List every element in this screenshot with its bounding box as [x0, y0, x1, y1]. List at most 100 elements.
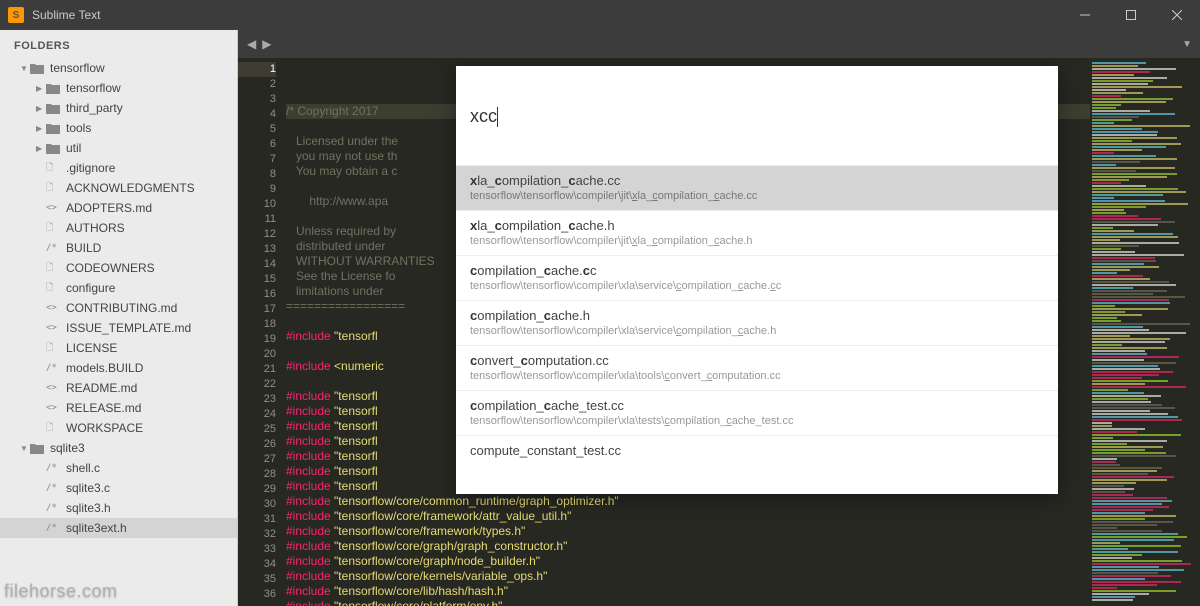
folder-label: util [66, 141, 81, 155]
app-title: Sublime Text [32, 8, 100, 22]
file-item[interactable]: <> README.md [0, 378, 237, 398]
sidebar[interactable]: FOLDERS ▼tensorflow▶tensorflow▶third_par… [0, 30, 238, 606]
file-label: BUILD [66, 241, 101, 255]
file-item[interactable]: <> ISSUE_TEMPLATE.md [0, 318, 237, 338]
file-item[interactable]: 🗋ACKNOWLEDGMENTS [0, 178, 237, 198]
file-label: sqlite3.c [66, 481, 110, 495]
goto-result-item[interactable]: compilation_cache.cc tensorflow\tensorflo… [456, 255, 1058, 300]
file-icon: 🗋 [46, 160, 62, 176]
folder-icon [46, 123, 62, 134]
goto-result-item[interactable]: xla_compilation_cache.cc tensorflow\tenso… [456, 165, 1058, 210]
line-gutter[interactable]: 1234567891011121314151617181920212223242… [238, 58, 286, 606]
file-item[interactable]: <>CONTRIBUTING.md [0, 298, 237, 318]
file-icon: /* [46, 363, 62, 373]
goto-result-path: tensorflow\tensorflow\compiler\xla\tools… [470, 370, 1044, 382]
file-label: sqlite3ext.h [66, 521, 127, 535]
code-line[interactable]: #include "tensorflow/core/graph/graph_co… [286, 539, 1090, 554]
file-item[interactable]: <> ADOPTERS.md [0, 198, 237, 218]
minimize-button[interactable] [1062, 0, 1108, 30]
file-item[interactable]: 🗋LICENSE [0, 338, 237, 358]
file-icon: <> [46, 323, 62, 333]
file-label: RELEASE.md [66, 401, 141, 415]
goto-result-path: tensorflow\tensorflow\compiler\jit\xla_c… [470, 190, 1044, 202]
file-label: sqlite3.h [66, 501, 111, 515]
close-button[interactable] [1154, 0, 1200, 30]
code-line[interactable]: #include "tensorflow/core/common_runtime… [286, 494, 1090, 509]
goto-input[interactable]: xcc [456, 94, 1058, 137]
goto-result-title: compute_constant_test.cc [470, 443, 1044, 458]
folder-item[interactable]: ▶third_party [0, 98, 237, 118]
maximize-button[interactable] [1108, 0, 1154, 30]
file-item[interactable]: 🗋 CODEOWNERS [0, 258, 237, 278]
file-item[interactable]: /*sqlite3.h [0, 498, 237, 518]
file-label: README.md [66, 381, 137, 395]
folder-label: third_party [66, 101, 123, 115]
file-item[interactable]: 🗋 WORKSPACE [0, 418, 237, 438]
goto-result-item[interactable]: xla_compilation_cache.h tensorflow\tensor… [456, 210, 1058, 255]
file-item[interactable]: /*shell.c [0, 458, 237, 478]
folder-item[interactable]: ▼sqlite3 [0, 438, 237, 458]
folder-icon [30, 443, 46, 454]
file-label: configure [66, 281, 115, 295]
file-icon: /* [46, 523, 62, 533]
folder-label: tensorflow [66, 81, 121, 95]
file-label: WORKSPACE [66, 421, 143, 435]
file-label: ISSUE_TEMPLATE.md [66, 321, 191, 335]
folder-icon [46, 143, 62, 154]
file-label: CODEOWNERS [66, 261, 155, 275]
tab-bar[interactable]: ◀ ▶ ▼ [238, 30, 1200, 58]
file-icon: <> [46, 403, 62, 413]
code-line[interactable]: #include "tensorflow/core/lib/hash/hash.… [286, 584, 1090, 599]
file-icon: <> [46, 303, 62, 313]
goto-result-item[interactable]: compilation_cache_test.cc tensorflow\tens… [456, 390, 1058, 435]
file-item[interactable]: 🗋configure [0, 278, 237, 298]
goto-result-title: convert_computation.cc [470, 353, 1044, 368]
goto-result-path: tensorflow\tensorflow\compiler\xla\tests… [470, 415, 1044, 427]
file-label: ACKNOWLEDGMENTS [66, 181, 195, 195]
folder-item[interactable]: ▶tools [0, 118, 237, 138]
code-line[interactable]: #include "tensorflow/core/platform/env.h… [286, 599, 1090, 606]
file-icon: <> [46, 203, 62, 213]
file-icon: 🗋 [46, 260, 62, 276]
code-area[interactable]: xcc xla_compilation_cache.cc tensorflow\t… [286, 58, 1090, 606]
file-label: ADOPTERS.md [66, 201, 152, 215]
file-icon: 🗋 [46, 420, 62, 436]
file-icon: /* [46, 243, 62, 253]
goto-result-item[interactable]: compute_constant_test.cc [456, 435, 1058, 466]
file-label: .gitignore [66, 161, 115, 175]
tab-menu-icon[interactable]: ▼ [1182, 39, 1200, 50]
file-label: LICENSE [66, 341, 117, 355]
goto-result-title: compilation_cache_test.cc [470, 398, 1044, 413]
file-item[interactable]: <> RELEASE.md [0, 398, 237, 418]
file-item[interactable]: /*models.BUILD [0, 358, 237, 378]
file-item[interactable]: 🗋 AUTHORS [0, 218, 237, 238]
folder-label: tensorflow [50, 61, 105, 75]
goto-result-path: tensorflow\tensorflow\compiler\jit\xla_c… [470, 235, 1044, 247]
goto-result-title: xla_compilation_cache.cc [470, 173, 1044, 188]
goto-result-title: compilation_cache.cc [470, 263, 1044, 278]
code-line[interactable]: #include "tensorflow/core/kernels/variab… [286, 569, 1090, 584]
goto-result-item[interactable]: compilation_cache.htensorflow\tensorflow… [456, 300, 1058, 345]
file-icon: <> [46, 383, 62, 393]
code-line[interactable]: #include "tensorflow/core/framework/attr… [286, 509, 1090, 524]
folder-item[interactable]: ▶tensorflow [0, 78, 237, 98]
goto-result-path: tensorflow\tensorflow\compiler\xla\servi… [470, 280, 1044, 292]
folder-item[interactable]: ▶util [0, 138, 237, 158]
goto-anything-panel: xcc xla_compilation_cache.cc tensorflow\t… [456, 66, 1058, 494]
goto-result-title: xla_compilation_cache.h [470, 218, 1044, 233]
minimap[interactable] [1090, 58, 1200, 606]
folder-icon [46, 83, 62, 94]
code-line[interactable]: #include "tensorflow/core/framework/type… [286, 524, 1090, 539]
file-item[interactable]: /* sqlite3.c [0, 478, 237, 498]
goto-result-item[interactable]: convert_computation.cc tensorflow\tensorf… [456, 345, 1058, 390]
file-item[interactable]: /* BUILD [0, 238, 237, 258]
nav-forward-icon[interactable]: ▶ [259, 37, 274, 51]
file-item[interactable]: /* sqlite3ext.h [0, 518, 237, 538]
code-line[interactable]: #include "tensorflow/core/graph/node_bui… [286, 554, 1090, 569]
folder-item[interactable]: ▼tensorflow [0, 58, 237, 78]
file-label: AUTHORS [66, 221, 125, 235]
file-icon: 🗋 [46, 220, 62, 236]
file-icon: /* [46, 483, 62, 493]
nav-back-icon[interactable]: ◀ [244, 37, 259, 51]
file-item[interactable]: 🗋 .gitignore [0, 158, 237, 178]
